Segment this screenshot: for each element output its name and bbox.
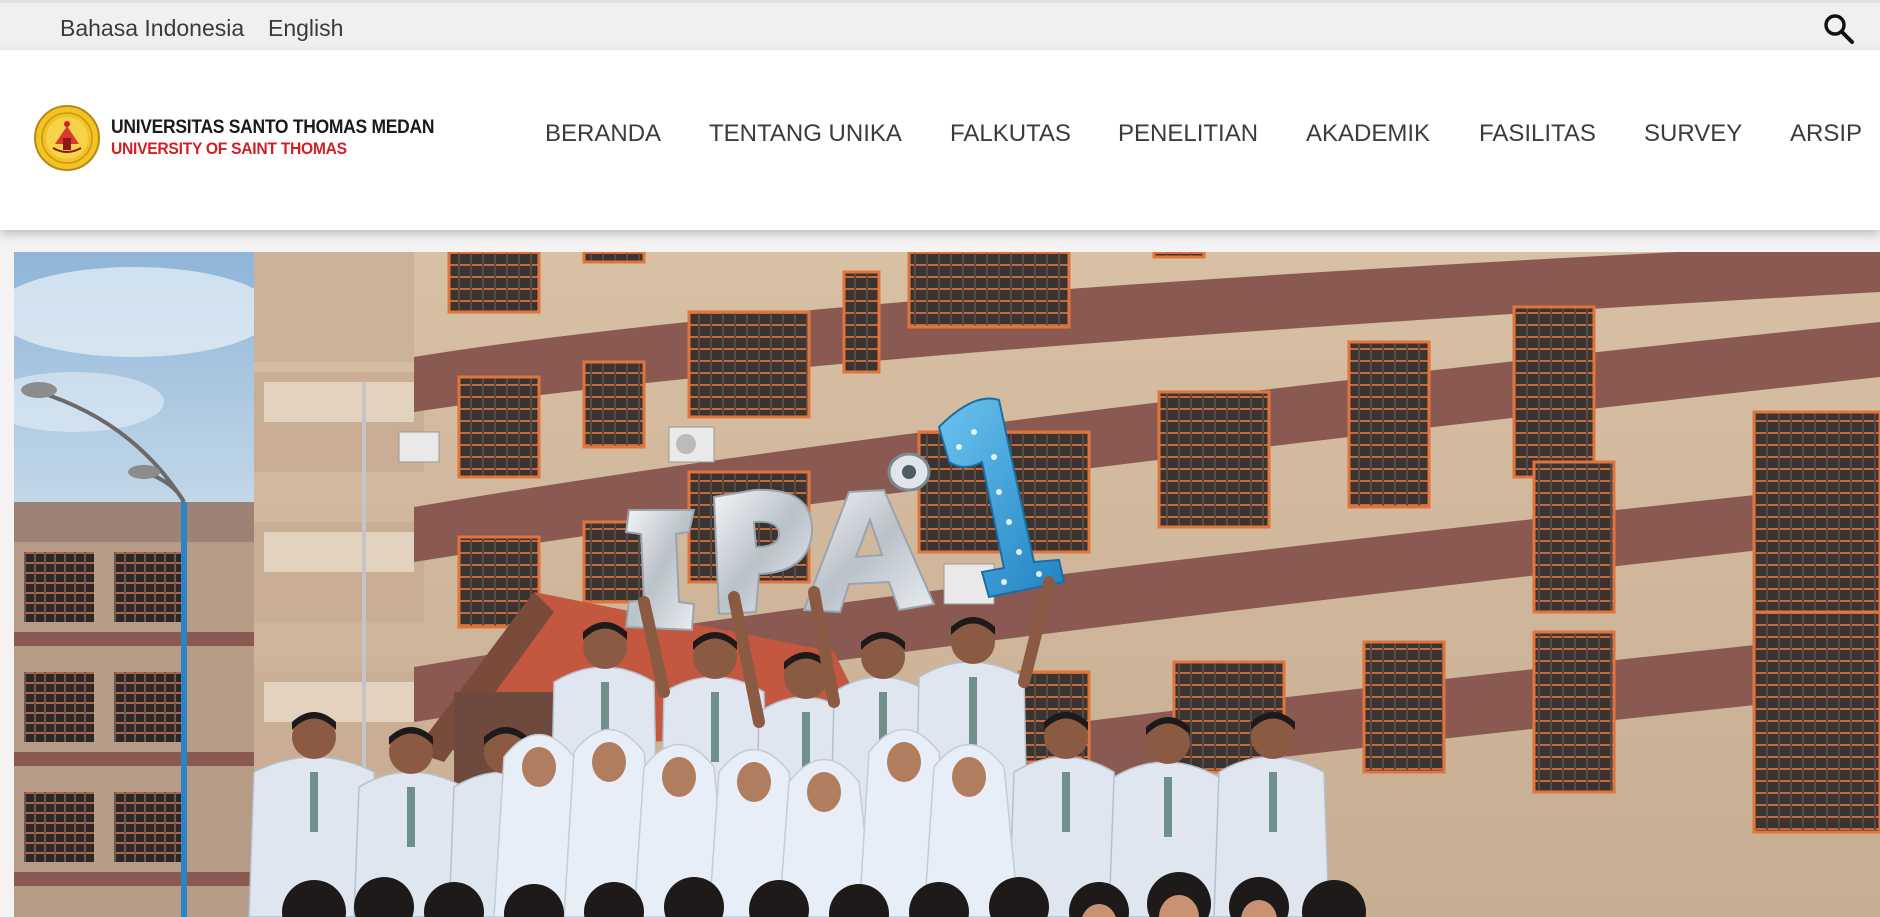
nav-item-falkutas[interactable]: FALKUTAS	[950, 120, 1071, 148]
nav-item-tentang-unika[interactable]: TENTANG UNIKA	[709, 120, 902, 148]
nav-item-fasilitas[interactable]: FASILITAS	[1479, 120, 1596, 148]
nav-item-penelitian[interactable]: PENELITIAN	[1118, 120, 1258, 148]
lang-english-link[interactable]: English	[268, 15, 343, 42]
nav-item-akademik[interactable]: AKADEMIK	[1306, 120, 1430, 148]
nav-item-survey[interactable]: SURVEY	[1644, 120, 1742, 148]
nav-item-beranda[interactable]: BERANDA	[545, 120, 661, 148]
hero-photo	[14, 252, 1880, 917]
hero-banner	[14, 252, 1880, 917]
nav-item-arsip[interactable]: ARSIP	[1790, 120, 1862, 148]
search-icon[interactable]	[1822, 12, 1856, 46]
language-bar: Bahasa Indonesia English	[0, 0, 1880, 50]
main-navbar: UNIVERSITAS SANTO THOMAS MEDAN UNIVERSIT…	[0, 50, 1880, 230]
lang-bahasa-indonesia-link[interactable]: Bahasa Indonesia	[60, 15, 244, 42]
nav-menu: BERANDA TENTANG UNIKA FALKUTAS PENELITIA…	[0, 120, 1880, 150]
